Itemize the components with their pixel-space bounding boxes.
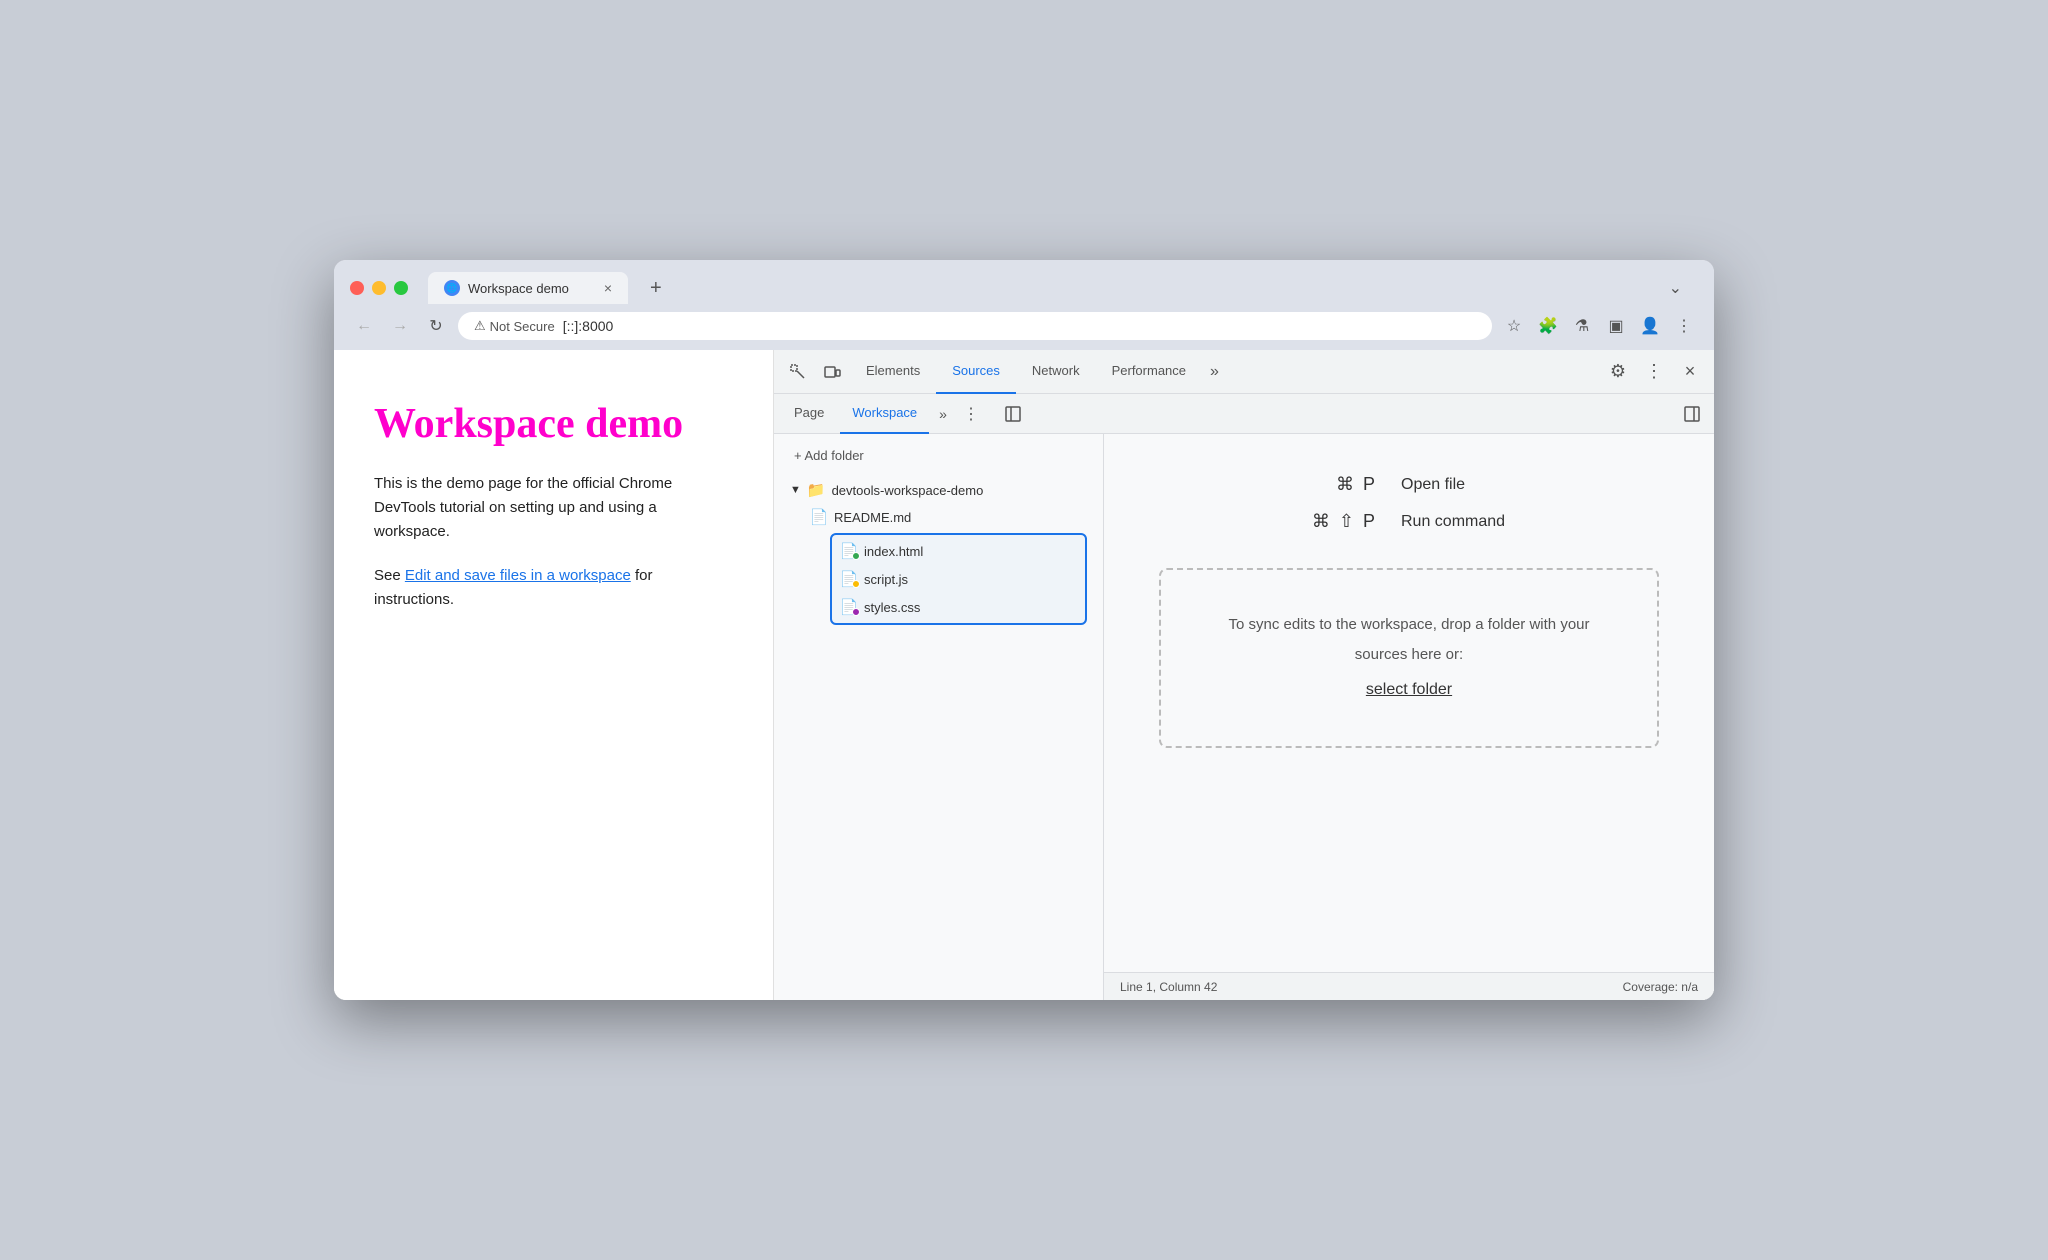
highlighted-files-box: 📄 index.html 📄 (830, 533, 1087, 625)
folder-item[interactable]: ▼ 📁 devtools-workspace-demo (782, 477, 1095, 503)
devtools-subbar: Page Workspace » ⋮ (774, 394, 1714, 434)
shortcut-run-command: ⌘ ⇧ P Run command (1209, 511, 1609, 532)
file-name-html: index.html (864, 544, 923, 559)
collapse-panel-icon[interactable] (1678, 400, 1706, 428)
workspace-link[interactable]: Edit and save files in a workspace (405, 567, 631, 584)
devtools-body: + Add folder ▼ 📁 devtools-workspace-demo… (774, 434, 1714, 1000)
list-item[interactable]: 📄 styles.css (832, 593, 1085, 621)
status-bar: Line 1, Column 42 Coverage: n/a (1104, 972, 1714, 1000)
folder-arrow-icon: ▼ (790, 484, 801, 496)
title-bar: 🌐 Workspace demo × + ⌄ (334, 260, 1714, 304)
more-tabs-button[interactable]: » (1202, 363, 1227, 381)
drop-zone[interactable]: To sync edits to the workspace, drop a f… (1159, 568, 1659, 748)
folder-name: devtools-workspace-demo (832, 483, 984, 498)
page-title: Workspace demo (374, 400, 733, 448)
browser-content: Workspace demo This is the demo page for… (334, 350, 1714, 1000)
synced-dot-html (852, 552, 860, 560)
tab-elements[interactable]: Elements (850, 350, 936, 394)
page-see-text: See Edit and save files in a workspace f… (374, 564, 733, 612)
file-icon-css: 📄 (840, 597, 858, 617)
add-folder-button[interactable]: + Add folder (782, 442, 1095, 469)
more-options-icon[interactable]: ⋮ (1638, 356, 1670, 388)
sub-tab-workspace[interactable]: Workspace (840, 394, 929, 434)
traffic-lights (350, 281, 408, 295)
tab-favicon: 🌐 (444, 280, 460, 296)
extensions-icon[interactable]: 🧩 (1534, 312, 1562, 340)
synced-dot-js (852, 580, 860, 588)
settings-icon[interactable]: ⚙ (1602, 356, 1634, 388)
browser-menu-icon[interactable]: ⋮ (1670, 312, 1698, 340)
devtools-panel: Elements Sources Network Performance » ⚙ (774, 350, 1714, 1000)
tab-menu-button[interactable]: ⌄ (1653, 274, 1698, 302)
shortcut-run-command-keys: ⌘ ⇧ P (1297, 511, 1377, 532)
address-bar: ← → ↻ ⚠ Not Secure [::]:8000 ☆ 🧩 ⚗ ▣ 👤 ⋮ (334, 304, 1714, 350)
browser-window: 🌐 Workspace demo × + ⌄ ← → ↻ ⚠ Not Secur… (334, 260, 1714, 1000)
editor-main: ⌘ P Open file ⌘ ⇧ P Run command To sync … (1104, 434, 1714, 972)
bookmark-icon[interactable]: ☆ (1500, 312, 1528, 340)
drop-zone-text: To sync edits to the workspace, drop a f… (1228, 616, 1589, 663)
forward-button[interactable]: → (386, 312, 414, 340)
shortcut-open-file: ⌘ P Open file (1209, 474, 1609, 495)
workspace-folder: ▼ 📁 devtools-workspace-demo 📄 README.md (774, 477, 1103, 625)
devtools-tabs: Elements Sources Network Performance » (850, 350, 1600, 394)
tab-performance[interactable]: Performance (1096, 350, 1202, 394)
tab-title: Workspace demo (468, 281, 569, 296)
list-item[interactable]: 📄 index.html (832, 537, 1085, 565)
tab-network[interactable]: Network (1016, 350, 1096, 394)
labs-icon[interactable]: ⚗ (1568, 312, 1596, 340)
select-folder-button[interactable]: select folder (1221, 674, 1597, 706)
shortcut-open-file-keys: ⌘ P (1297, 474, 1377, 495)
minimize-button[interactable] (372, 281, 386, 295)
folder-children: 📄 README.md 📄 (782, 503, 1095, 625)
file-tree-panel: + Add folder ▼ 📁 devtools-workspace-demo… (774, 434, 1104, 1000)
editor-area: ⌘ P Open file ⌘ ⇧ P Run command To sync … (1104, 434, 1714, 1000)
file-icon-html: 📄 (840, 541, 858, 561)
sidebar-icon[interactable]: ▣ (1602, 312, 1630, 340)
refresh-button[interactable]: ↻ (422, 312, 450, 340)
devtools-topbar: Elements Sources Network Performance » ⚙ (774, 350, 1714, 394)
close-button[interactable] (350, 281, 364, 295)
coverage-status: Coverage: n/a (1623, 980, 1698, 994)
folder-icon: 📁 (807, 481, 826, 499)
shortcut-run-command-label: Run command (1401, 513, 1521, 531)
security-indicator: ⚠ Not Secure (474, 318, 555, 334)
sub-tab-page[interactable]: Page (782, 394, 836, 434)
file-name-readme: README.md (834, 510, 911, 525)
file-name-css: styles.css (864, 600, 920, 615)
inspect-element-icon[interactable] (782, 356, 814, 388)
file-icon-js: 📄 (840, 569, 858, 589)
shortcut-open-file-label: Open file (1401, 476, 1521, 494)
url-text: [::]:8000 (563, 318, 614, 334)
profile-icon[interactable]: 👤 (1636, 312, 1664, 340)
maximize-button[interactable] (394, 281, 408, 295)
editor-toggle-icon[interactable] (997, 398, 1029, 430)
address-input[interactable]: ⚠ Not Secure [::]:8000 (458, 312, 1492, 340)
device-toolbar-icon[interactable] (816, 356, 848, 388)
tab-sources[interactable]: Sources (936, 350, 1016, 394)
more-sub-tabs-button[interactable]: » (933, 406, 953, 422)
close-devtools-icon[interactable]: × (1674, 356, 1706, 388)
file-name-js: script.js (864, 572, 908, 587)
list-item[interactable]: 📄 README.md (802, 503, 1095, 531)
devtools-topbar-actions: ⚙ ⋮ × (1602, 356, 1706, 388)
tab-close-button[interactable]: × (604, 280, 612, 296)
sub-tab-menu-button[interactable]: ⋮ (957, 404, 985, 424)
browser-tab[interactable]: 🌐 Workspace demo × (428, 272, 628, 304)
list-item[interactable]: 📄 script.js (832, 565, 1085, 593)
new-tab-button[interactable]: + (638, 273, 674, 304)
file-icon-readme: 📄 (810, 507, 828, 527)
page-body: This is the demo page for the official C… (374, 472, 733, 544)
address-actions: ☆ 🧩 ⚗ ▣ 👤 ⋮ (1500, 312, 1698, 340)
synced-dot-css (852, 608, 860, 616)
cursor-position: Line 1, Column 42 (1120, 980, 1217, 994)
page-content: Workspace demo This is the demo page for… (334, 350, 774, 1000)
back-button[interactable]: ← (350, 312, 378, 340)
